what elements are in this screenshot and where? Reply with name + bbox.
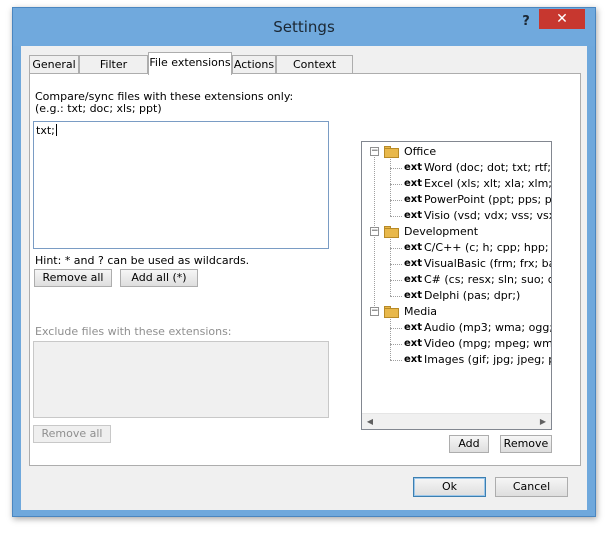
- title-bar[interactable]: Settings ? ✕: [13, 8, 595, 46]
- ext-icon: ext: [404, 162, 423, 173]
- exclude-remove-all-button[interactable]: Remove all: [33, 425, 111, 443]
- collapse-icon[interactable]: −: [370, 307, 379, 316]
- include-extensions-value: txt;: [36, 124, 55, 137]
- tree-item[interactable]: ext Video (mpg; mpeg; wmv; o: [390, 336, 551, 352]
- exclude-label: Exclude files with these extensions:: [35, 325, 232, 338]
- add-extension-button[interactable]: Add: [449, 435, 489, 453]
- tree-item[interactable]: ext Word (doc; dot; txt; rtf;): [390, 160, 551, 176]
- tree-item[interactable]: ext Images (gif; jpg; jpeg; png;: [390, 352, 551, 368]
- tree-horizontal-scrollbar[interactable]: ◀ ▶: [362, 413, 551, 429]
- ext-icon: ext: [404, 290, 423, 301]
- folder-icon: [384, 226, 400, 238]
- ext-icon: ext: [404, 338, 423, 349]
- tab-file-extensions[interactable]: File extensions: [148, 52, 232, 75]
- extension-tree[interactable]: − Office ext Word (doc; dot; txt; rtf;) …: [361, 141, 552, 430]
- tree-viewport: − Office ext Word (doc; dot; txt; rtf;) …: [362, 142, 551, 413]
- ext-icon: ext: [404, 178, 423, 189]
- wildcard-hint: Hint: * and ? can be used as wildcards.: [35, 254, 250, 267]
- scroll-right-icon[interactable]: ▶: [535, 414, 551, 429]
- tree-item-label: C/C++ (c; h; cpp; hpp; c++: [424, 241, 551, 254]
- ext-icon: ext: [404, 274, 423, 285]
- tree-item[interactable]: ext Audio (mp3; wma; ogg; wav: [390, 320, 551, 336]
- tree-item[interactable]: ext VisualBasic (frm; frx; bas; c: [390, 256, 551, 272]
- ext-icon: ext: [404, 258, 423, 269]
- tree-item-label: Word (doc; dot; txt; rtf;): [424, 161, 551, 174]
- tab-filter-options[interactable]: Filter options: [79, 55, 148, 88]
- folder-icon: [384, 306, 400, 318]
- tree-item-label: VisualBasic (frm; frx; bas; c: [424, 257, 551, 270]
- include-example: (e.g.: txt; doc; xls; ppt): [35, 102, 162, 115]
- group-label: Development: [404, 225, 479, 238]
- tree-item[interactable]: ext Excel (xls; xlt; xla; xlm; xlc; x: [390, 176, 551, 192]
- ext-icon: ext: [404, 242, 423, 253]
- include-remove-all-button[interactable]: Remove all: [34, 269, 112, 287]
- group-label: Office: [404, 145, 437, 158]
- tree-item-label: Visio (vsd; vdx; vss; vsx; vs: [424, 209, 551, 222]
- collapse-icon[interactable]: −: [370, 227, 379, 236]
- help-icon[interactable]: ?: [519, 14, 533, 30]
- ext-icon: ext: [404, 354, 423, 365]
- tab-general[interactable]: General: [29, 55, 79, 74]
- tree-group-office[interactable]: − Office: [362, 144, 551, 160]
- window-title: Settings: [273, 18, 335, 36]
- ext-icon: ext: [404, 194, 423, 205]
- tab-context-menu[interactable]: Context menu: [276, 55, 353, 88]
- tree-item-label: Excel (xls; xlt; xla; xlm; xlc; x: [424, 177, 551, 190]
- tree-group-media[interactable]: − Media: [362, 304, 551, 320]
- scroll-left-icon[interactable]: ◀: [362, 414, 378, 429]
- tree-item-label: Audio (mp3; wma; ogg; wav: [424, 321, 551, 334]
- dialog-client: General Filter options File extensions A…: [21, 46, 587, 510]
- tree-item-label: Delphi (pas; dpr;): [424, 289, 521, 302]
- tree-item[interactable]: ext Delphi (pas; dpr;): [390, 288, 551, 304]
- ok-button[interactable]: Ok: [413, 477, 486, 497]
- file-extensions-panel: Compare/sync files with these extensions…: [29, 73, 581, 466]
- remove-extension-button[interactable]: Remove: [500, 435, 552, 453]
- tree-item-label: C# (cs; resx; sln; suo; cspro: [424, 273, 551, 286]
- tree-item[interactable]: ext C/C++ (c; h; cpp; hpp; c++: [390, 240, 551, 256]
- cancel-button[interactable]: Cancel: [495, 477, 568, 497]
- tab-actions[interactable]: Actions: [232, 55, 276, 74]
- text-caret: [55, 124, 57, 136]
- tree-item-label: PowerPoint (ppt; pps; pot; p: [424, 193, 551, 206]
- ext-icon: ext: [404, 210, 423, 221]
- include-extensions-input[interactable]: txt;: [33, 121, 329, 249]
- tree-item-label: Video (mpg; mpeg; wmv; o: [424, 337, 551, 350]
- close-button[interactable]: ✕: [539, 9, 585, 29]
- tree-group-development[interactable]: − Development: [362, 224, 551, 240]
- exclude-extensions-input[interactable]: [33, 341, 329, 418]
- ext-icon: ext: [404, 322, 423, 333]
- tree-item[interactable]: ext PowerPoint (ppt; pps; pot; p: [390, 192, 551, 208]
- tree-item[interactable]: ext Visio (vsd; vdx; vss; vsx; vs: [390, 208, 551, 224]
- tree-item-label: Images (gif; jpg; jpeg; png;: [424, 353, 551, 366]
- tree-item[interactable]: ext C# (cs; resx; sln; suo; cspro: [390, 272, 551, 288]
- collapse-icon[interactable]: −: [370, 147, 379, 156]
- group-label: Media: [404, 305, 438, 318]
- folder-icon: [384, 146, 400, 158]
- add-all-button[interactable]: Add all (*): [120, 269, 198, 287]
- settings-window: Settings ? ✕ General Filter options File…: [12, 7, 596, 517]
